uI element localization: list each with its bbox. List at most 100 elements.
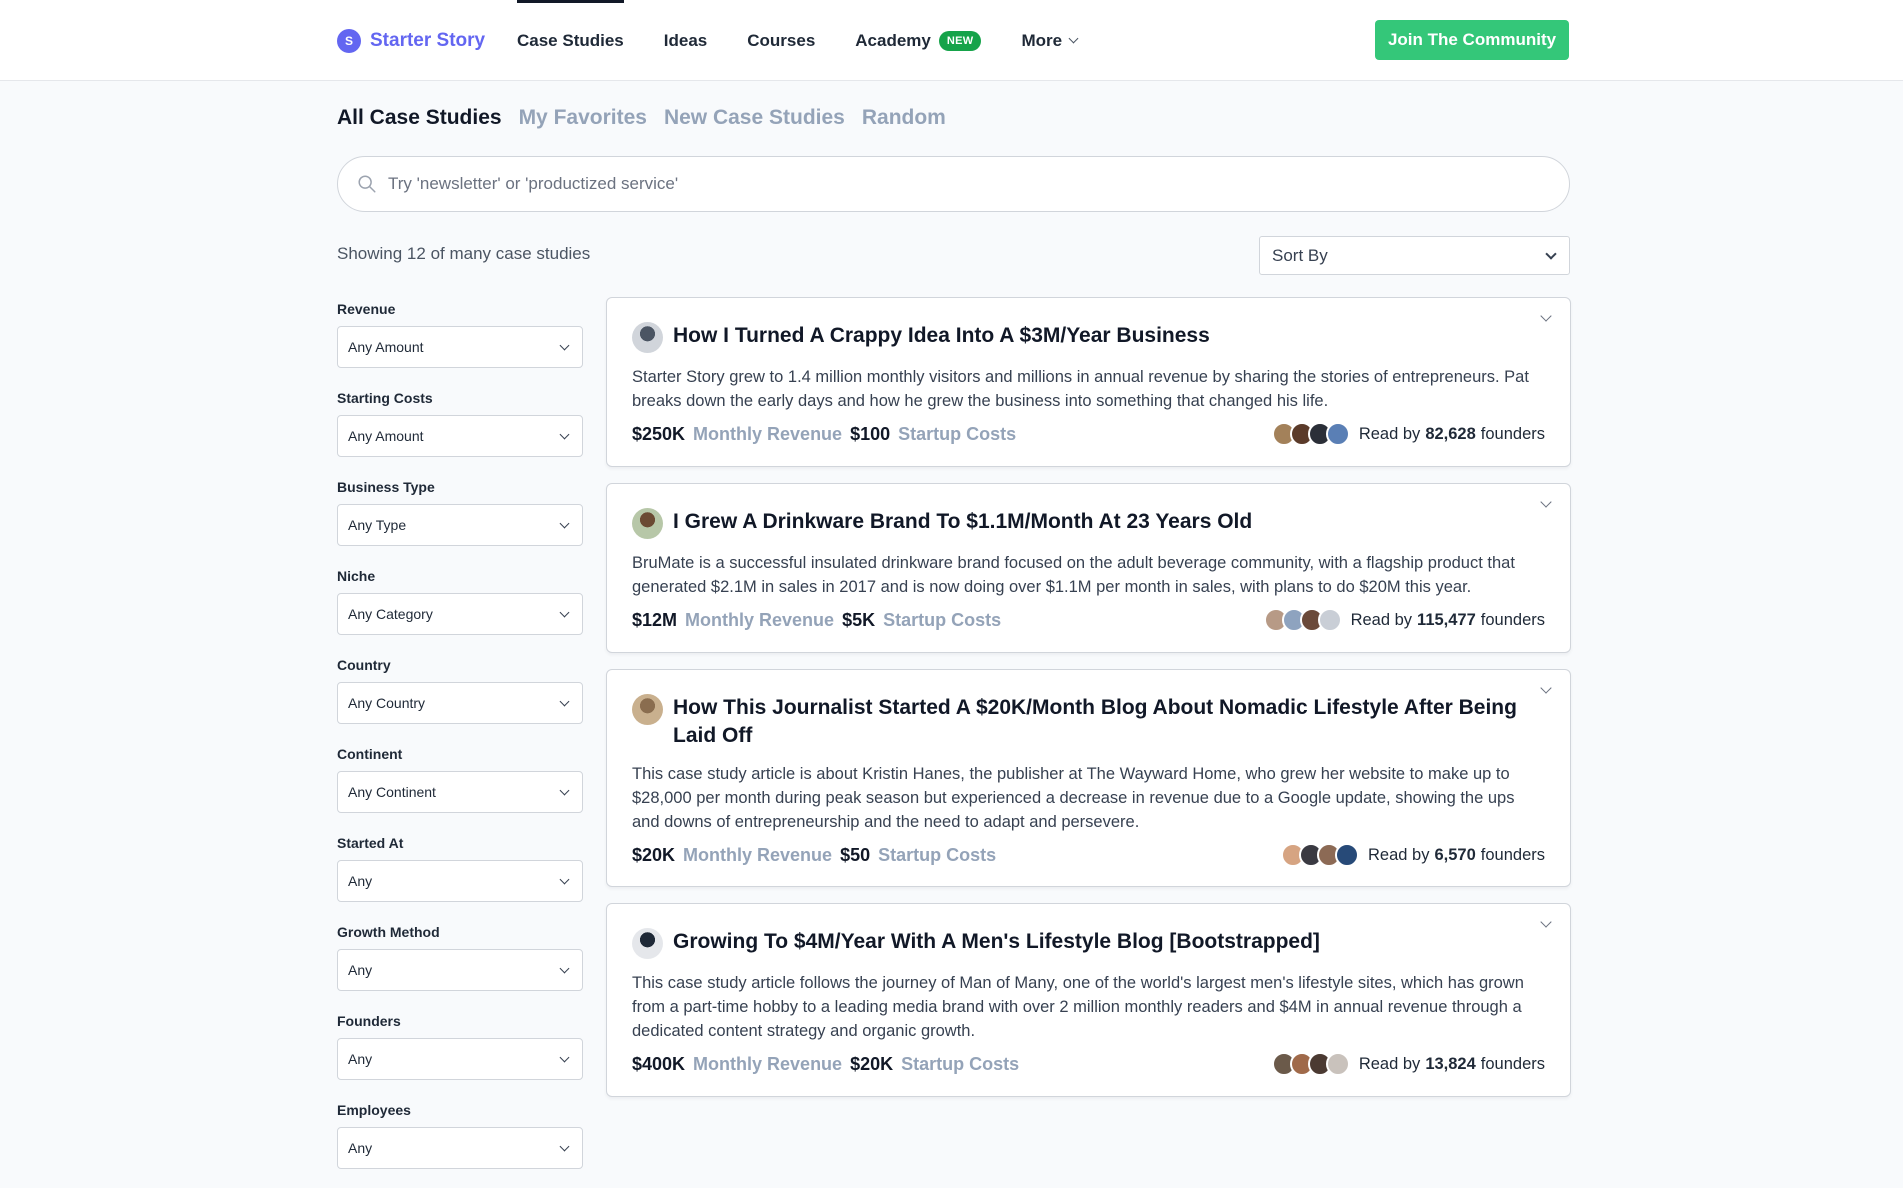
case-study-card[interactable]: How I Turned A Crappy Idea Into A $3M/Ye…	[606, 297, 1571, 467]
filter-label: Started At	[337, 835, 404, 851]
reader-avatars	[1281, 843, 1360, 867]
case-study-card[interactable]: Growing To $4M/Year With A Men's Lifesty…	[606, 903, 1571, 1097]
select-value: Any Category	[348, 606, 433, 622]
filter-continent: Continent Any Continent	[337, 743, 583, 813]
nav-academy[interactable]: Academy NEW	[855, 0, 982, 81]
costs-value: $100	[850, 423, 891, 444]
filter-employees: Employees Any	[337, 1099, 583, 1169]
revenue-value: $400K	[632, 1053, 686, 1074]
founder-avatar	[632, 694, 663, 725]
read-by-label: Read by	[1368, 845, 1430, 864]
card-header: I Grew A Drinkware Brand To $1.1M/Month …	[632, 508, 1545, 539]
chevron-down-icon	[1545, 247, 1557, 260]
chevron-down-icon[interactable]	[1540, 310, 1552, 322]
card-header: Growing To $4M/Year With A Men's Lifesty…	[632, 928, 1545, 959]
costs-value: $50	[840, 844, 871, 865]
chevron-down-icon[interactable]	[1540, 496, 1552, 508]
revenue-value: $250K	[632, 423, 686, 444]
card-title[interactable]: Growing To $4M/Year With A Men's Lifesty…	[673, 928, 1320, 956]
select-value: Any Continent	[348, 784, 436, 800]
search-input[interactable]	[388, 174, 1569, 194]
revenue-select[interactable]: Any Amount	[337, 326, 583, 368]
card-footer: $12M Monthly Revenue $5K Startup Costs R…	[632, 607, 1545, 633]
read-suffix: founders	[1480, 424, 1545, 443]
filter-founders: Founders Any	[337, 1010, 583, 1080]
filter-niche: Niche Any Category	[337, 565, 583, 635]
card-footer: $250K Monthly Revenue $100 Startup Costs…	[632, 421, 1545, 447]
join-community-button[interactable]: Join The Community	[1375, 20, 1569, 60]
chevron-down-icon	[559, 340, 570, 350]
brand-badge-icon: S	[337, 29, 361, 53]
select-value: Any	[348, 1051, 373, 1067]
filter-label: Employees	[337, 1102, 411, 1118]
select-value: Any	[348, 1140, 373, 1156]
select-value: Any Country	[348, 695, 426, 711]
tab-new-case-studies[interactable]: New Case Studies	[664, 106, 845, 130]
read-count: 13,824	[1425, 1054, 1476, 1073]
card-header: How I Turned A Crappy Idea Into A $3M/Ye…	[632, 322, 1545, 353]
brand-logo[interactable]: S Starter Story	[337, 28, 485, 54]
started-at-select[interactable]: Any	[337, 860, 583, 902]
card-title[interactable]: I Grew A Drinkware Brand To $1.1M/Month …	[673, 508, 1252, 536]
card-title[interactable]: How This Journalist Started A $20K/Month…	[673, 694, 1545, 750]
chevron-down-icon	[559, 1141, 570, 1151]
nav-courses[interactable]: Courses	[747, 0, 815, 81]
card-description: This case study article is about Kristin…	[632, 765, 1515, 831]
chevron-down-icon	[559, 518, 570, 528]
founders-select[interactable]: Any	[337, 1038, 583, 1080]
new-badge: NEW	[938, 30, 982, 51]
results-count: Showing 12 of many case studies	[337, 244, 591, 263]
filter-starting-costs: Starting Costs Any Amount	[337, 387, 583, 457]
founder-avatar	[632, 508, 663, 539]
sort-by-select[interactable]: Sort By	[1259, 236, 1570, 275]
filter-label: Founders	[337, 1013, 401, 1029]
continent-select[interactable]: Any Continent	[337, 771, 583, 813]
case-study-tabs: All Case Studies My Favorites New Case S…	[337, 106, 946, 130]
revenue-label: Monthly Revenue	[685, 609, 835, 630]
nav-label: Case Studies	[517, 30, 624, 50]
filter-label: Continent	[337, 746, 403, 762]
card-title[interactable]: How I Turned A Crappy Idea Into A $3M/Ye…	[673, 322, 1210, 350]
card-description: This case study article follows the jour…	[632, 974, 1524, 1040]
read-suffix: founders	[1480, 1054, 1545, 1073]
starting-costs-select[interactable]: Any Amount	[337, 415, 583, 457]
niche-select[interactable]: Any Category	[337, 593, 583, 635]
revenue-label: Monthly Revenue	[693, 1053, 843, 1074]
business-type-select[interactable]: Any Type	[337, 504, 583, 546]
read-suffix: founders	[1480, 610, 1545, 629]
costs-value: $20K	[850, 1053, 894, 1074]
tab-all-case-studies[interactable]: All Case Studies	[337, 106, 502, 130]
revenue-label: Monthly Revenue	[683, 844, 833, 865]
employees-select[interactable]: Any	[337, 1127, 583, 1169]
case-study-card[interactable]: I Grew A Drinkware Brand To $1.1M/Month …	[606, 483, 1571, 653]
chevron-down-icon	[559, 785, 570, 795]
reader-avatar	[1335, 843, 1360, 867]
nav-case-studies[interactable]: Case Studies	[517, 0, 624, 81]
country-select[interactable]: Any Country	[337, 682, 583, 724]
reader-avatar	[1325, 422, 1350, 446]
card-metrics: $400K Monthly Revenue $20K Startup Costs	[632, 1054, 1019, 1075]
read-by-label: Read by	[1350, 610, 1413, 629]
growth-method-select[interactable]: Any	[337, 949, 583, 991]
readers-info: Read by 13,824 founders	[1271, 1052, 1545, 1076]
read-suffix: founders	[1480, 845, 1545, 864]
nav-ideas[interactable]: Ideas	[664, 0, 707, 81]
card-header: How This Journalist Started A $20K/Month…	[632, 694, 1545, 750]
read-count: 82,628	[1425, 424, 1476, 443]
case-study-card[interactable]: How This Journalist Started A $20K/Month…	[606, 669, 1571, 887]
chevron-down-icon[interactable]	[1540, 682, 1552, 694]
top-navbar: S Starter Story Case Studies Ideas Cours…	[0, 0, 1903, 81]
nav-more[interactable]: More	[1021, 0, 1079, 81]
chevron-down-icon[interactable]	[1540, 916, 1552, 928]
costs-label: Startup Costs	[878, 844, 997, 865]
nav-label: Ideas	[663, 30, 708, 50]
founder-avatar	[632, 322, 663, 353]
tab-my-favorites[interactable]: My Favorites	[519, 106, 647, 130]
card-metrics: $250K Monthly Revenue $100 Startup Costs	[632, 424, 1016, 445]
readers-info: Read by 115,477 founders	[1263, 608, 1545, 632]
filter-started-at: Started At Any	[337, 832, 583, 902]
tab-random[interactable]: Random	[862, 106, 946, 130]
card-description: BruMate is a successful insulated drinkw…	[632, 554, 1515, 596]
filter-growth-method: Growth Method Any	[337, 921, 583, 991]
read-by-label: Read by	[1358, 1054, 1421, 1073]
